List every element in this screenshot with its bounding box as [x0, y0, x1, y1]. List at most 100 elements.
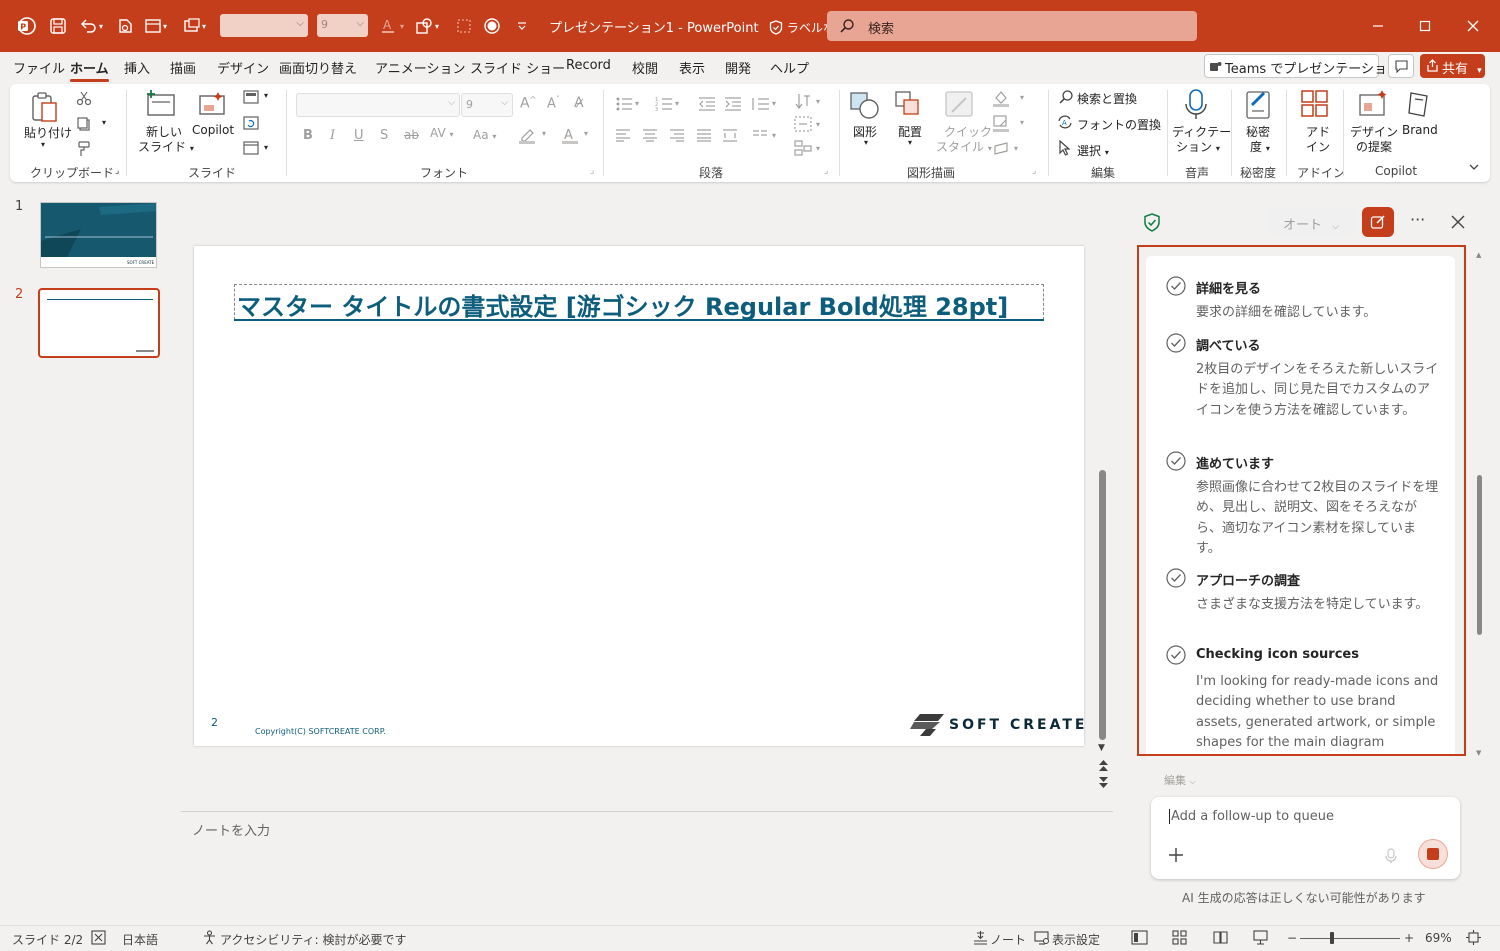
- paragraph-launcher-icon[interactable]: ⌟: [824, 166, 828, 176]
- columns-icon[interactable]: [752, 128, 768, 142]
- strikethrough-icon[interactable]: ab: [404, 128, 419, 142]
- find-icon[interactable]: [1058, 89, 1074, 105]
- minimize-icon[interactable]: [1366, 14, 1390, 38]
- smartart-icon[interactable]: [794, 140, 812, 156]
- microphone-icon[interactable]: [1183, 88, 1209, 122]
- pane-scroll-down-icon[interactable]: ▼: [1476, 749, 1481, 757]
- italic-icon[interactable]: I: [330, 128, 335, 143]
- mode-dropdown[interactable]: オート ⌵: [1270, 207, 1354, 237]
- font-launcher-icon[interactable]: ⌟: [590, 166, 594, 176]
- text-direction-icon[interactable]: [794, 92, 812, 110]
- zoom-in-icon[interactable]: +: [1404, 931, 1414, 945]
- slideshow-start-icon[interactable]: [113, 14, 137, 38]
- font-name-combo[interactable]: ⌵: [220, 14, 308, 37]
- dictate-label-2[interactable]: ション ▾: [1176, 138, 1220, 155]
- decrease-indent-icon[interactable]: [698, 96, 716, 112]
- align-text-icon[interactable]: [794, 116, 812, 132]
- tab-draw[interactable]: 描画: [170, 58, 196, 77]
- text-direction-dropdown-icon[interactable]: ▾: [816, 97, 820, 106]
- format-painter-icon[interactable]: [76, 141, 92, 157]
- previous-slide-icon[interactable]: [1098, 758, 1109, 772]
- new-chat-button[interactable]: [1362, 207, 1394, 237]
- align-right-icon[interactable]: [669, 128, 685, 142]
- tab-animations[interactable]: アニメーション: [375, 58, 465, 77]
- slide-title-placeholder[interactable]: マスター タイトルの書式設定 [游ゴシック Regular Bold処理 28p…: [234, 284, 1044, 320]
- sensitivity-label-2[interactable]: 度 ▾: [1250, 138, 1270, 155]
- copilot-slide-icon[interactable]: [197, 90, 227, 120]
- layout-icon[interactable]: [243, 90, 259, 104]
- close-window-icon[interactable]: [1461, 14, 1485, 38]
- slide-thumbnail-2[interactable]: [38, 288, 160, 358]
- tab-slideshow[interactable]: スライド ショー: [470, 58, 565, 77]
- font-name-input[interactable]: ⌵: [296, 93, 460, 117]
- section-dropdown-icon[interactable]: ▾: [264, 143, 268, 152]
- replace-font-button[interactable]: フォントの置換: [1077, 116, 1161, 133]
- undo-dropdown-icon[interactable]: ▾: [96, 14, 106, 38]
- smartart-dropdown-icon[interactable]: ▾: [816, 144, 820, 153]
- highlight-dropdown-icon[interactable]: ▾: [542, 129, 546, 138]
- font-color-dropdown-icon[interactable]: ▾: [584, 129, 588, 138]
- distributed-icon[interactable]: [722, 128, 738, 142]
- notes-divider[interactable]: [181, 811, 1113, 812]
- pane-scrollbar-thumb[interactable]: [1477, 475, 1482, 635]
- spell-check-icon[interactable]: [91, 930, 106, 945]
- drawing-launcher-icon[interactable]: ⌟: [1032, 166, 1036, 176]
- zoom-level[interactable]: 69%: [1425, 931, 1452, 945]
- align-left-icon[interactable]: [615, 128, 631, 142]
- ribbon-collapse-icon[interactable]: [1468, 162, 1480, 172]
- line-spacing-dropdown-icon[interactable]: ▾: [772, 99, 776, 108]
- tab-insert[interactable]: 挿入: [124, 58, 150, 77]
- notes-input[interactable]: ノートを入力: [192, 820, 270, 839]
- shape-fill-icon[interactable]: [992, 89, 1010, 107]
- addins-label-2[interactable]: イン: [1306, 138, 1330, 155]
- arrange-dropdown-icon[interactable]: ▾: [908, 138, 912, 147]
- clear-formatting-icon[interactable]: A̷: [574, 95, 584, 111]
- slide-thumbnail-1[interactable]: SOFT CREATE: [40, 202, 157, 268]
- shape-dropdown-icon[interactable]: ▾: [432, 14, 442, 38]
- paste-icon[interactable]: [30, 90, 60, 124]
- align-text-dropdown-icon[interactable]: ▾: [816, 120, 820, 129]
- shape-outline-ribbon-icon[interactable]: [992, 114, 1010, 132]
- increase-indent-icon[interactable]: [724, 96, 742, 112]
- paste-label[interactable]: 貼り付け: [24, 124, 72, 141]
- share-dropdown-icon[interactable]: ▾: [1477, 66, 1482, 76]
- select-pane-icon[interactable]: [452, 14, 476, 38]
- quick-style-label-2[interactable]: スタイル ▾: [936, 138, 992, 155]
- microphone-small-icon[interactable]: [1385, 848, 1397, 864]
- font-size-combo[interactable]: 9 ⌵: [317, 14, 368, 37]
- notes-toggle[interactable]: ノート: [990, 931, 1026, 948]
- save-icon[interactable]: [46, 14, 70, 38]
- new-slide-icon[interactable]: [145, 89, 177, 119]
- numbering-dropdown-icon[interactable]: ▾: [675, 99, 679, 108]
- followup-input-box[interactable]: Add a follow-up to queue: [1151, 797, 1460, 879]
- layout-dropdown-icon[interactable]: ▾: [160, 14, 170, 38]
- scroll-down-icon[interactable]: ▼: [1098, 743, 1105, 753]
- paste-dropdown-icon[interactable]: ▾: [41, 140, 45, 149]
- tab-record[interactable]: Record: [566, 58, 611, 73]
- record-icon[interactable]: [480, 14, 504, 38]
- customize-qat-icon[interactable]: [510, 14, 534, 38]
- bullets-dropdown-icon[interactable]: ▾: [635, 99, 639, 108]
- font-size-input[interactable]: 9 ⌵: [461, 93, 513, 117]
- columns-dropdown-icon[interactable]: ▾: [772, 131, 776, 140]
- bold-icon[interactable]: B: [303, 128, 313, 143]
- tab-transitions[interactable]: 画面切り替え: [279, 58, 357, 77]
- share-button[interactable]: 共有 ▾: [1420, 54, 1485, 78]
- line-spacing-icon[interactable]: [750, 96, 770, 112]
- bullets-icon[interactable]: [615, 96, 633, 112]
- copy-icon[interactable]: [76, 116, 92, 132]
- grow-font-icon[interactable]: A^: [520, 95, 536, 112]
- reuse-dropdown-icon[interactable]: ▾: [199, 14, 209, 38]
- tab-design[interactable]: デザイン: [217, 58, 269, 77]
- sensitivity-icon[interactable]: [1244, 89, 1274, 121]
- brand-label[interactable]: Brand: [1402, 123, 1438, 137]
- tab-file[interactable]: ファイル: [13, 58, 65, 77]
- select-cursor-icon[interactable]: [1058, 140, 1072, 156]
- display-settings[interactable]: 表示設定: [1052, 931, 1100, 948]
- tab-view[interactable]: 表示: [679, 58, 705, 77]
- arrange-icon[interactable]: [894, 90, 926, 120]
- copy-dropdown-icon[interactable]: ▾: [102, 118, 106, 127]
- shapes-dropdown-icon[interactable]: ▾: [864, 138, 868, 147]
- reading-view-icon[interactable]: [1213, 930, 1228, 945]
- zoom-slider[interactable]: [1300, 938, 1400, 939]
